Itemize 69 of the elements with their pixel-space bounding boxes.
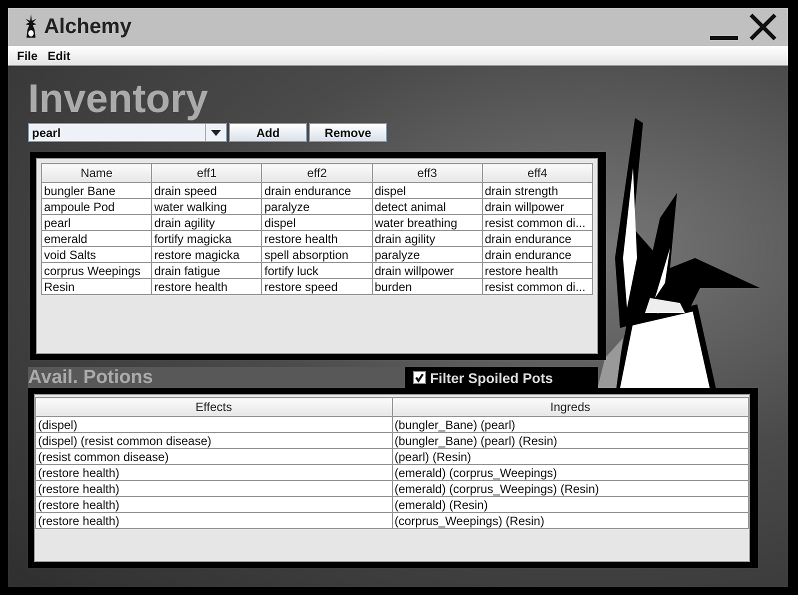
minimize-icon[interactable] xyxy=(710,34,738,42)
menu-item[interactable]: Edit xyxy=(42,48,76,62)
table-cell: bungler Bane xyxy=(42,182,152,198)
table-cell: dispel xyxy=(262,214,372,230)
table-cell: (restore health) xyxy=(36,512,392,528)
section-heading: Avail. Potions xyxy=(28,367,405,388)
table-cell: drain fatigue xyxy=(152,262,262,278)
window-title: Alchemy xyxy=(44,15,132,39)
table-cell: drain endurance xyxy=(482,246,592,262)
table-cell: (dispel) (resist common disease) xyxy=(36,432,392,448)
table-cell: drain agility xyxy=(152,214,262,230)
column-header[interactable]: eff4 xyxy=(482,164,592,182)
menu-item[interactable]: File xyxy=(12,48,43,62)
table-cell: pearl xyxy=(42,214,152,230)
remove-button[interactable]: Remove xyxy=(309,123,387,142)
table-cell: corprus Weepings xyxy=(42,262,152,278)
table-cell: void Salts xyxy=(42,246,152,262)
table-cell: Resin xyxy=(42,278,152,294)
table-cell: drain strength xyxy=(482,182,592,198)
table-cell: fortify magicka xyxy=(152,230,262,246)
table-cell: drain speed xyxy=(152,182,262,198)
table-cell: spell absorption xyxy=(262,246,372,262)
table-cell: (dispel) xyxy=(36,416,392,432)
column-header[interactable]: eff1 xyxy=(152,164,262,182)
table-cell: (emerald) (corprus_Weepings) xyxy=(392,464,748,480)
table-cell: burden xyxy=(372,278,482,294)
table-cell: paralyze xyxy=(262,198,372,214)
table-cell: (emerald) (Resin) xyxy=(392,496,748,512)
table-cell: resist common di... xyxy=(482,278,592,294)
table-cell: restore speed xyxy=(262,278,372,294)
add-button[interactable]: Add xyxy=(229,123,307,142)
table-cell: paralyze xyxy=(372,246,482,262)
table-cell: restore magicka xyxy=(152,246,262,262)
close-icon[interactable] xyxy=(748,12,778,42)
table-cell: drain endurance xyxy=(262,182,372,198)
table-cell: drain agility xyxy=(372,230,482,246)
column-header[interactable]: Ingreds xyxy=(392,398,748,416)
table-cell: restore health xyxy=(262,230,372,246)
table-cell: water breathing xyxy=(372,214,482,230)
table-cell: dispel xyxy=(372,182,482,198)
item-dropdown[interactable]: pearl xyxy=(28,123,227,142)
checkbox-label: Filter Spoiled Pots xyxy=(430,370,553,386)
checkbox[interactable] xyxy=(413,371,426,384)
table-cell: drain endurance xyxy=(482,230,592,246)
table-cell: (emerald) (corprus_Weepings) (Resin) xyxy=(392,480,748,496)
table-cell: ampoule Pod xyxy=(42,198,152,214)
table-cell: water walking xyxy=(152,198,262,214)
table-cell: restore health xyxy=(152,278,262,294)
table-cell: (restore health) xyxy=(36,496,392,512)
table-cell: drain willpower xyxy=(482,198,592,214)
table-cell: emerald xyxy=(42,230,152,246)
table-cell: restore health xyxy=(482,262,592,278)
table-cell: fortify luck xyxy=(262,262,372,278)
table-cell: resist common di... xyxy=(482,214,592,230)
table-cell: (restore health) xyxy=(36,464,392,480)
table-cell: (bungler_Bane) (pearl) (Resin) xyxy=(392,432,748,448)
table-cell: detect animal xyxy=(372,198,482,214)
column-header[interactable]: Effects xyxy=(36,398,392,416)
table-cell: (restore health) xyxy=(36,480,392,496)
column-header[interactable]: eff2 xyxy=(262,164,372,182)
column-header[interactable]: Name xyxy=(42,164,152,182)
table-cell: (resist common disease) xyxy=(36,448,392,464)
table-cell: (corprus_Weepings) (Resin) xyxy=(392,512,748,528)
caret-icon xyxy=(211,130,221,136)
table-cell: (bungler_Bane) (pearl) xyxy=(392,416,748,432)
section-heading: Inventory xyxy=(28,78,210,120)
table-cell: (pearl) (Resin) xyxy=(392,448,748,464)
column-header[interactable]: eff3 xyxy=(372,164,482,182)
table-cell: drain willpower xyxy=(372,262,482,278)
